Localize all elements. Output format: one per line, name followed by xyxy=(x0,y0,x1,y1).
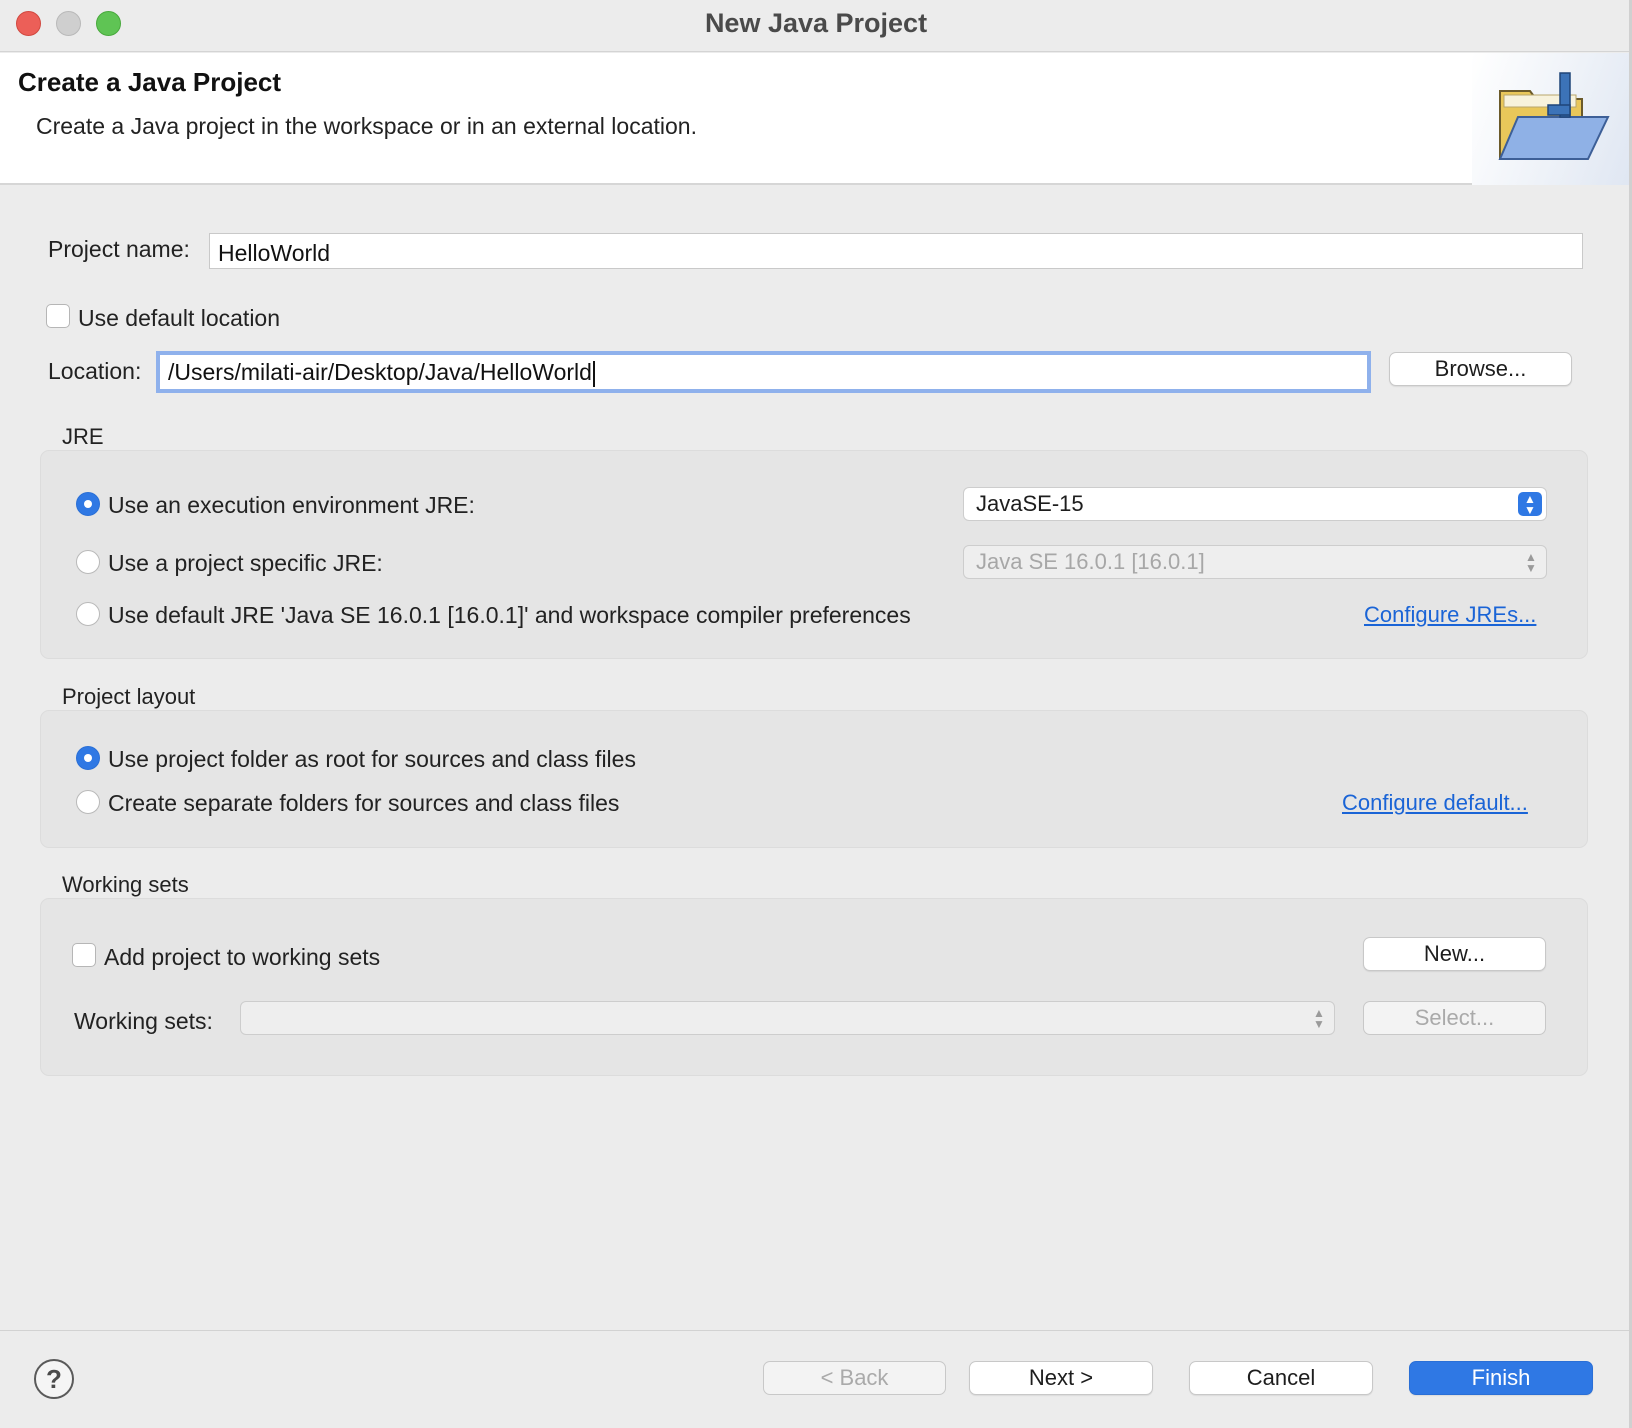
jre-execution-env-label: Use an execution environment JRE: xyxy=(108,492,475,518)
use-default-location-label: Use default location xyxy=(78,305,281,331)
banner-art xyxy=(1472,53,1632,185)
working-sets-group-title: Working sets xyxy=(62,872,189,897)
wizard-banner: Create a Java Project Create a Java proj… xyxy=(0,53,1632,185)
help-icon[interactable]: ? xyxy=(34,1359,74,1399)
select-stepper-icon: ▲ ▼ xyxy=(1525,550,1537,575)
layout-separate-folders-radio[interactable] xyxy=(76,790,100,814)
browse-button[interactable]: Browse... xyxy=(1389,352,1572,386)
select-stepper-icon: ▲ ▼ xyxy=(1313,1006,1325,1031)
working-sets-group xyxy=(40,898,1588,1076)
text-caret xyxy=(592,360,595,387)
layout-root-folder-label: Use project folder as root for sources a… xyxy=(108,746,636,772)
title-bar: New Java Project xyxy=(0,0,1632,52)
jre-group-title: JRE xyxy=(62,424,104,449)
add-to-working-sets-checkbox[interactable] xyxy=(72,943,96,967)
location-field[interactable]: /Users/milati-air/Desktop/Java/HelloWorl… xyxy=(156,351,1371,393)
working-sets-select: ▲ ▼ xyxy=(240,1001,1335,1035)
jre-execution-env-radio[interactable] xyxy=(76,492,100,516)
jre-project-specific-label: Use a project specific JRE: xyxy=(108,550,383,576)
layout-root-folder-radio[interactable] xyxy=(76,746,100,770)
project-layout-group-title: Project layout xyxy=(62,684,196,709)
window-title: New Java Project xyxy=(704,8,928,38)
add-to-working-sets-label: Add project to working sets xyxy=(104,944,381,970)
back-button: < Back xyxy=(763,1361,946,1395)
footer-separator xyxy=(0,1330,1632,1331)
project-name-value: HelloWorld xyxy=(218,240,331,266)
select-stepper-icon: ▲ ▼ xyxy=(1518,492,1542,516)
banner-description: Create a Java project in the workspace o… xyxy=(36,113,697,139)
cancel-button[interactable]: Cancel xyxy=(1189,1361,1373,1395)
new-working-set-button[interactable]: New... xyxy=(1363,937,1546,971)
location-value: /Users/milati-air/Desktop/Java/HelloWorl… xyxy=(168,359,592,385)
jre-default-label: Use default JRE 'Java SE 16.0.1 [16.0.1]… xyxy=(108,602,911,628)
project-name-label: Project name: xyxy=(48,236,190,262)
configure-default-link[interactable]: Configure default... xyxy=(1342,790,1528,816)
configure-jres-link[interactable]: Configure JREs... xyxy=(1364,602,1536,628)
banner-title: Create a Java Project xyxy=(18,67,282,97)
jre-default-radio[interactable] xyxy=(76,602,100,626)
java-project-folder-icon xyxy=(1498,72,1610,160)
project-specific-jre-value: Java SE 16.0.1 [16.0.1] xyxy=(976,549,1205,574)
next-button[interactable]: Next > xyxy=(969,1361,1153,1395)
project-specific-jre-select: Java SE 16.0.1 [16.0.1] ▲ ▼ xyxy=(963,545,1547,579)
select-working-sets-button: Select... xyxy=(1363,1001,1546,1035)
execution-env-select[interactable]: JavaSE-15 ▲ ▼ xyxy=(963,487,1547,521)
layout-separate-folders-label: Create separate folders for sources and … xyxy=(108,790,620,816)
execution-env-value: JavaSE-15 xyxy=(976,491,1084,516)
project-name-field[interactable]: HelloWorld xyxy=(209,233,1583,269)
project-layout-group xyxy=(40,710,1588,848)
jre-project-specific-radio[interactable] xyxy=(76,550,100,574)
new-java-project-dialog: New Java Project Create a Java Project C… xyxy=(0,0,1632,1428)
location-label: Location: xyxy=(48,358,142,384)
finish-button[interactable]: Finish xyxy=(1409,1361,1593,1395)
working-sets-label: Working sets: xyxy=(74,1008,213,1034)
use-default-location-checkbox[interactable] xyxy=(46,304,70,328)
